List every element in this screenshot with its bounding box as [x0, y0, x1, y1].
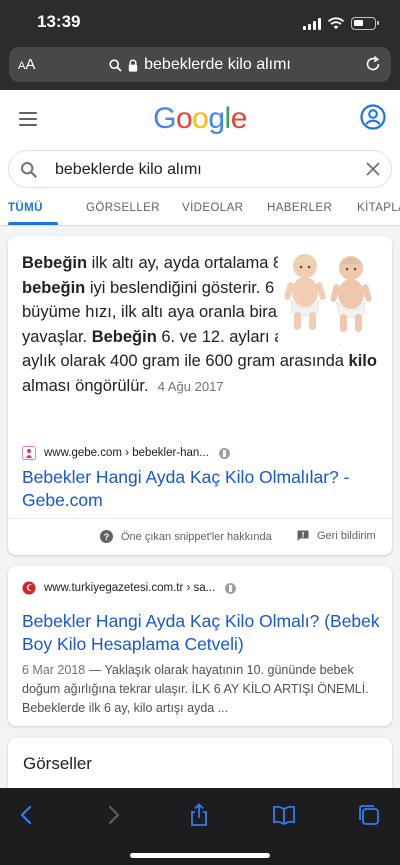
result-source[interactable]: www.turkiyegazetesi.com.tr › sa... [22, 579, 237, 597]
browser-top-bar: 13:39 AA bebeklerde kilo alımı [0, 0, 400, 90]
address-bar[interactable]: AA bebeklerde kilo alımı [9, 47, 391, 82]
google-logo-letter: e [230, 102, 248, 135]
babies-thumbnail[interactable] [278, 248, 378, 344]
amp-icon [218, 447, 230, 459]
featured-snippet-card: Bebeğin ilk altı ay, ayda ortalama 800 g… [8, 236, 392, 555]
about-snippets-label: Öne çıkan snippet'ler hakkında [121, 530, 272, 543]
tab-news[interactable]: HABERLER [267, 202, 332, 214]
tabs-icon[interactable] [357, 803, 381, 827]
tab-books[interactable]: KİTAPLAR [357, 202, 400, 214]
forward-icon[interactable] [101, 803, 125, 827]
google-logo[interactable]: Google [0, 102, 400, 136]
snippet-footer: ? Öne çıkan snippet'ler hakkında Geri bi… [8, 518, 392, 554]
share-icon[interactable] [187, 803, 211, 827]
result-date: 6 Mar 2018 [22, 663, 86, 677]
url-display[interactable]: bebeklerde kilo alımı [9, 56, 391, 74]
result-snippet: 6 Mar 2018 — Yaklaşık olarak hayatının 1… [22, 663, 369, 715]
url-text: bebeklerde kilo alımı [144, 56, 291, 73]
search-input[interactable]: bebeklerde kilo alımı [55, 161, 202, 179]
wifi-icon [327, 17, 345, 30]
turkiyegazetesi-favicon [22, 581, 36, 595]
lock-icon [128, 59, 138, 72]
search-box[interactable]: bebeklerde kilo alımı [8, 150, 392, 188]
battery-icon [351, 17, 379, 30]
tab-all[interactable]: TÜMÜ [8, 202, 43, 214]
active-tab-indicator [8, 222, 58, 225]
status-time: 13:39 [37, 12, 81, 31]
tab-images[interactable]: GÖRSELLER [86, 202, 160, 214]
amp-icon [225, 582, 237, 594]
source-url: www.gebe.com › bebekler-han... [44, 447, 209, 459]
result-title[interactable]: Bebekler Hangi Ayda Kaç Kilo Olmalı? (Be… [22, 610, 382, 656]
bookmarks-icon[interactable] [272, 803, 296, 827]
images-section-title: Görseller [23, 754, 92, 773]
back-icon[interactable] [15, 803, 39, 827]
feedback-label: Geri bildirim [317, 530, 376, 542]
google-logo-letter: o [175, 102, 193, 135]
svg-text:?: ? [104, 532, 110, 542]
google-header: Google bebeklerde kilo alımı TÜMÜ GÖRSEL… [0, 90, 400, 226]
search-icon [109, 58, 122, 72]
search-icon [21, 162, 37, 178]
search-result-card: www.turkiyegazetesi.com.tr › sa... Bebek… [8, 566, 392, 726]
account-icon[interactable] [360, 104, 386, 130]
google-logo-letter: G [153, 102, 176, 135]
status-bar: 13:39 [0, 8, 400, 36]
about-snippets-link[interactable]: ? Öne çıkan snippet'ler hakkında [100, 530, 272, 543]
gebe-favicon [22, 446, 36, 460]
google-logo-letter: o [192, 102, 209, 135]
tab-videos[interactable]: VİDEOLAR [182, 202, 243, 214]
home-indicator [130, 853, 270, 858]
cellular-signal-icon [303, 18, 323, 30]
snippet-date: 4 Ağu 2017 [157, 378, 224, 394]
snippet-result-title[interactable]: Bebekler Hangi Ayda Kaç Kilo Olmalılar? … [22, 466, 382, 512]
feedback-icon [297, 530, 309, 541]
clear-icon[interactable] [365, 161, 381, 177]
feedback-link[interactable]: Geri bildirim [297, 530, 376, 542]
source-url: www.turkiyegazetesi.com.tr › sa... [44, 582, 216, 594]
reload-icon[interactable] [364, 55, 382, 73]
snippet-source[interactable]: www.gebe.com › bebekler-han... [22, 444, 230, 462]
help-icon: ? [100, 530, 113, 543]
search-tabs: TÜMÜ GÖRSELLER VİDEOLAR HABERLER KİTAPLA… [0, 198, 400, 226]
google-logo-letter: g [208, 102, 225, 135]
